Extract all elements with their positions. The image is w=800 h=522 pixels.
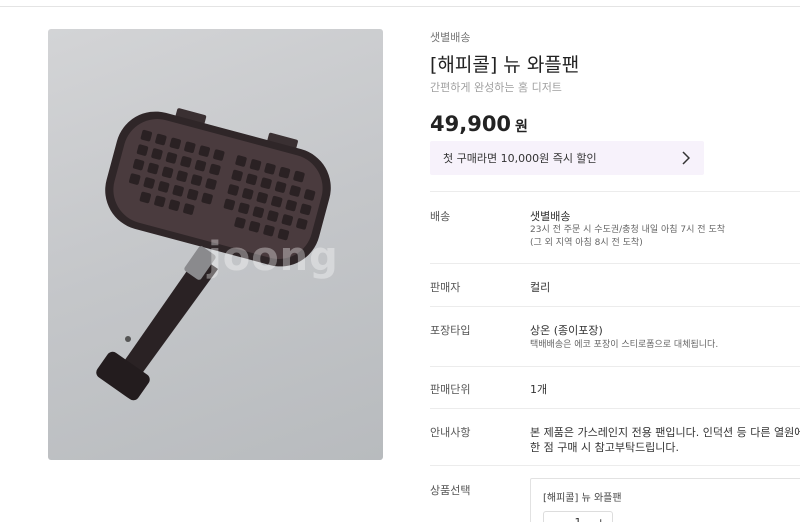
- delivery-note-extra: (그 외 지역 아침 8시 전 도착): [530, 238, 643, 248]
- delivery-label: 배송: [430, 210, 451, 223]
- first-purchase-coupon-banner[interactable]: 첫 구매라면 10,000원 즉시 할인: [430, 141, 704, 175]
- quantity-value: 1: [574, 515, 582, 522]
- detail-row-delivery: 배송 샛별배송 23시 전 주문 시 수도권/충청 내일 아침 7시 전 도착 …: [430, 191, 800, 263]
- product-image[interactable]: joong: [48, 29, 383, 460]
- product-info-panel: 샛별배송 [해피콜] 뉴 와플팬 간편하게 완성하는 홈 디저트 49,900 원…: [430, 0, 800, 522]
- coupon-text: 첫 구매라면 10,000원 즉시 할인: [443, 152, 597, 165]
- detail-row-notice: 안내사항 본 제품은 가스레인지 전용 팬입니다. 인덕션 등 다른 열원에서는…: [430, 408, 800, 465]
- image-watermark: joong: [208, 234, 339, 280]
- notice-text: 본 제품은 가스레인지 전용 팬입니다. 인덕션 등 다른 열원에서는: [530, 426, 800, 439]
- quantity-stepper[interactable]: − 1 +: [543, 511, 613, 522]
- detail-row-packaging: 포장타입 상온 (종이포장) 택배배송은 에코 포장이 스티로폼으로 대체됩니다…: [430, 306, 800, 366]
- seller-label: 판매자: [430, 281, 461, 294]
- price: 49,900 원: [430, 112, 528, 136]
- detail-row-unit: 판매단위 1개: [430, 366, 800, 408]
- delivery-value: 샛별배송: [530, 210, 571, 223]
- packaging-value: 상온 (종이포장): [530, 324, 603, 337]
- price-unit: 원: [515, 119, 528, 135]
- unit-label: 판매단위: [430, 383, 471, 396]
- notice-text-line2: 한 점 구매 시 참고부탁드립니다.: [530, 441, 680, 454]
- packaging-note: 택배배송은 에코 포장이 스티로폼으로 대체됩니다.: [530, 340, 719, 350]
- decrease-button[interactable]: −: [544, 516, 567, 522]
- delivery-note: 23시 전 주문 시 수도권/충청 내일 아침 7시 전 도착: [530, 225, 725, 235]
- pan-handle: [96, 246, 218, 401]
- price-amount: 49,900: [430, 112, 512, 136]
- option-name: [해피콜] 뉴 와플팬: [543, 493, 622, 504]
- notice-label: 안내사항: [430, 426, 471, 439]
- option-label: 상품선택: [430, 484, 471, 497]
- detail-row-seller: 판매자 컬리: [430, 263, 800, 306]
- packaging-label: 포장타입: [430, 324, 471, 337]
- option-selector[interactable]: [해피콜] 뉴 와플팬 − 1 +: [530, 478, 800, 522]
- product-subtitle: 간편하게 완성하는 홈 디저트: [430, 81, 562, 94]
- product-title: [해피콜] 뉴 와플팬: [430, 54, 580, 76]
- chevron-right-icon: [682, 151, 690, 165]
- increase-button[interactable]: +: [589, 516, 612, 522]
- seller-value: 컬리: [530, 281, 551, 294]
- delivery-tag: 샛별배송: [430, 31, 471, 44]
- unit-value: 1개: [530, 383, 548, 396]
